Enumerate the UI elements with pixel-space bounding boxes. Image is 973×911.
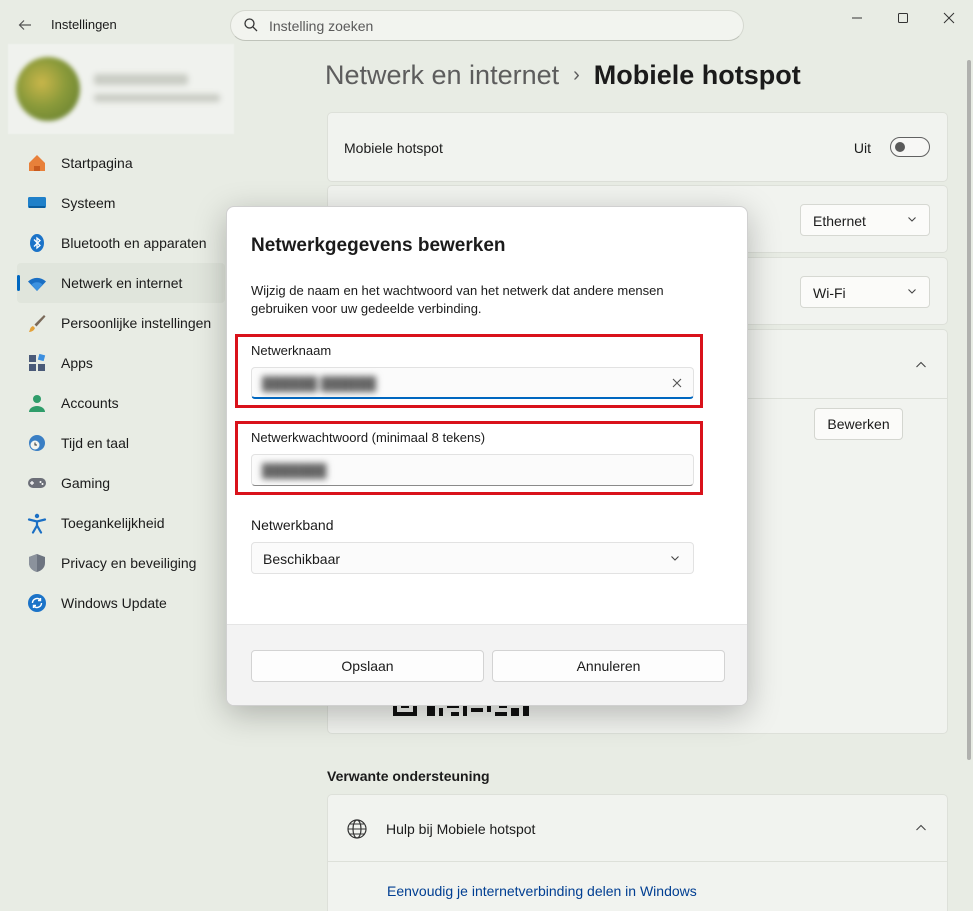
chevron-down-icon xyxy=(671,556,679,561)
cancel-button[interactable]: Annuleren xyxy=(492,650,725,682)
network-password-label: Netwerkwachtwoord (minimaal 8 tekens) xyxy=(251,430,486,445)
dialog-title: Netwerkgegevens bewerken xyxy=(251,235,506,256)
network-name-value-redacted: ██████ ██████ xyxy=(262,376,377,391)
edit-network-dialog: Netwerkgegevens bewerken Wijzig de naam … xyxy=(226,206,748,706)
network-band-value: Beschikbaar xyxy=(263,551,341,567)
network-name-label: Netwerknaam xyxy=(251,343,332,358)
dialog-description: Wijzig de naam en het wachtwoord van het… xyxy=(251,283,664,316)
network-band-select[interactable]: Beschikbaar xyxy=(251,542,694,574)
dialog-footer: Opslaan Annuleren xyxy=(227,624,747,705)
save-button[interactable]: Opslaan xyxy=(251,650,484,682)
network-password-value-redacted: ███████ xyxy=(262,463,327,478)
network-band-label: Netwerkband xyxy=(251,517,334,533)
network-name-input[interactable]: ██████ ██████ xyxy=(251,367,694,399)
clear-icon[interactable] xyxy=(671,377,683,389)
network-password-input[interactable]: ███████ xyxy=(251,454,694,486)
